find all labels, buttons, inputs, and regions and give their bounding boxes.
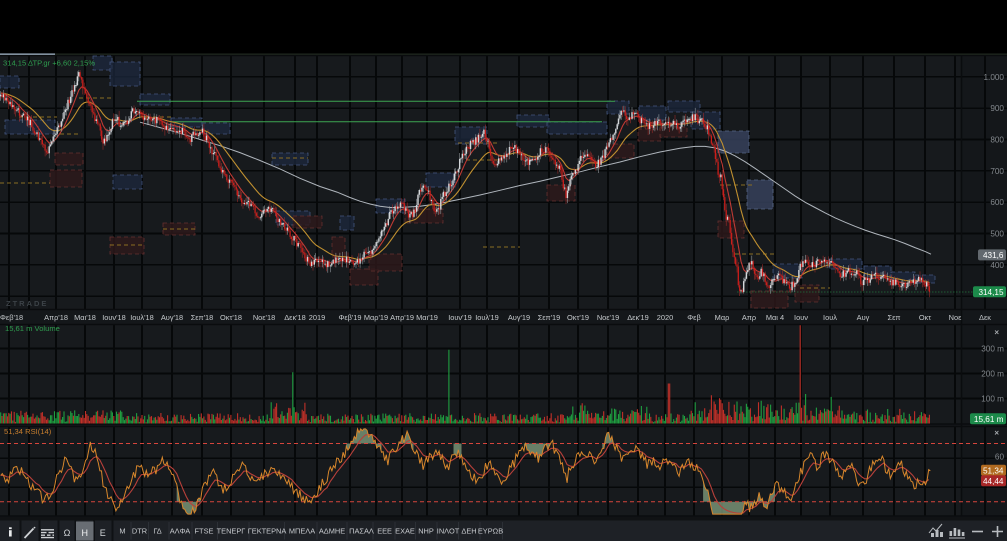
svg-text:51,34 RSI(14): 51,34 RSI(14)	[4, 427, 52, 436]
svg-text:Ιουλ'18: Ιουλ'18	[130, 313, 154, 322]
svg-text:Ιουλ'19: Ιουλ'19	[475, 313, 499, 322]
svg-text:15,61 m Volume: 15,61 m Volume	[5, 324, 60, 333]
svg-text:60: 60	[995, 453, 1005, 462]
svg-text:Φεβ: Φεβ	[687, 313, 700, 322]
svg-text:Απρ'18: Απρ'18	[44, 313, 68, 322]
svg-text:Ε: Ε	[100, 528, 106, 538]
svg-text:Μαρ'19: Μαρ'19	[364, 313, 388, 322]
svg-text:Μαι'19: Μαι'19	[416, 313, 438, 322]
svg-text:ΓΕΚΤΕΡΝΑ: ΓΕΚΤΕΡΝΑ	[248, 527, 287, 536]
svg-text:Μαι'18: Μαι'18	[74, 313, 96, 322]
svg-text:Σεπ'18: Σεπ'18	[191, 313, 214, 322]
svg-text:Οκτ'18: Οκτ'18	[220, 313, 242, 322]
svg-text:51,34: 51,34	[983, 467, 1004, 476]
svg-text:900: 900	[990, 104, 1004, 113]
svg-text:Οκτ: Οκτ	[919, 313, 931, 322]
svg-text:Μ: Μ	[119, 527, 125, 536]
svg-text:Ιουλ: Ιουλ	[823, 313, 837, 322]
svg-text:Οκτ'19: Οκτ'19	[567, 313, 589, 322]
svg-text:Φεβ'18: Φεβ'18	[0, 313, 23, 322]
svg-text:ΜΠΕΛΑ: ΜΠΕΛΑ	[289, 527, 315, 536]
svg-text:2020: 2020	[657, 313, 673, 322]
svg-text:200 m: 200 m	[981, 370, 1004, 379]
svg-text:500: 500	[990, 230, 1004, 239]
svg-text:Απρ'19: Απρ'19	[390, 313, 414, 322]
svg-text:×: ×	[994, 328, 999, 337]
svg-text:ΙΝΛΟΤ: ΙΝΛΟΤ	[437, 527, 460, 536]
svg-text:1.000: 1.000	[984, 73, 1005, 82]
svg-text:ΕΕΕ: ΕΕΕ	[377, 527, 392, 536]
svg-text:314,15: 314,15	[978, 288, 1003, 297]
svg-text:FTSE: FTSE	[195, 527, 214, 536]
svg-text:Ιουν'18: Ιουν'18	[102, 313, 126, 322]
svg-text:800: 800	[990, 135, 1004, 144]
svg-text:Φεβ'19: Φεβ'19	[338, 313, 361, 322]
svg-text:Αυγ'18: Αυγ'18	[161, 313, 183, 322]
svg-text:15,61 m: 15,61 m	[974, 415, 1004, 424]
svg-text:400: 400	[990, 261, 1004, 270]
svg-text:Νοε'18: Νοε'18	[253, 313, 275, 322]
svg-text:ΓΔ: ΓΔ	[153, 527, 161, 536]
svg-text:600: 600	[990, 198, 1004, 207]
svg-text:ΑΔΜΗΕ: ΑΔΜΗΕ	[319, 527, 345, 536]
svg-text:Δεκ: Δεκ	[979, 313, 991, 322]
svg-text:100 m: 100 m	[981, 395, 1004, 404]
svg-text:Αυγ: Αυγ	[857, 313, 870, 322]
svg-text:Ω: Ω	[64, 528, 71, 538]
svg-text:2019: 2019	[309, 313, 325, 322]
svg-text:44,44: 44,44	[983, 477, 1004, 486]
svg-text:ZTRADE: ZTRADE	[6, 299, 48, 308]
svg-text:314,15 ΔΤΡ.gr +6,60 2,15%: 314,15 ΔΤΡ.gr +6,60 2,15%	[3, 59, 95, 68]
svg-text:300 m: 300 m	[981, 345, 1004, 354]
svg-text:ΕΥΡΩΒ: ΕΥΡΩΒ	[478, 527, 503, 536]
svg-text:Απρ: Απρ	[742, 313, 756, 322]
svg-text:ΝΗΡ: ΝΗΡ	[418, 527, 434, 536]
svg-text:700: 700	[990, 167, 1004, 176]
svg-text:Δεκ'18: Δεκ'18	[284, 313, 306, 322]
svg-text:Μαι 4: Μαι 4	[766, 313, 784, 322]
svg-text:ΠΑΣΑΛ: ΠΑΣΑΛ	[349, 527, 374, 536]
svg-text:×: ×	[994, 429, 999, 438]
svg-text:Ιουν: Ιουν	[794, 313, 808, 322]
svg-text:431,6: 431,6	[983, 251, 1004, 260]
svg-text:Ιουν'19: Ιουν'19	[448, 313, 472, 322]
svg-text:Η: Η	[81, 528, 88, 538]
svg-text:Αυγ'19: Αυγ'19	[508, 313, 530, 322]
svg-text:Νοε: Νοε	[949, 313, 962, 322]
svg-text:Μαρ: Μαρ	[715, 313, 730, 322]
svg-text:Σεπ'19: Σεπ'19	[538, 313, 561, 322]
svg-text:ΤΕΝΕΡΓ: ΤΕΝΕΡΓ	[217, 527, 246, 536]
svg-text:ΑΛΦΑ: ΑΛΦΑ	[170, 527, 191, 536]
svg-text:ΔΕΗ: ΔΕΗ	[461, 527, 476, 536]
svg-text:DTR: DTR	[132, 527, 147, 536]
svg-text:Δεκ'19: Δεκ'19	[627, 313, 649, 322]
svg-text:Σεπ: Σεπ	[888, 313, 901, 322]
svg-text:Νοε'19: Νοε'19	[597, 313, 619, 322]
svg-text:ΕΧΑΕ: ΕΧΑΕ	[395, 527, 415, 536]
